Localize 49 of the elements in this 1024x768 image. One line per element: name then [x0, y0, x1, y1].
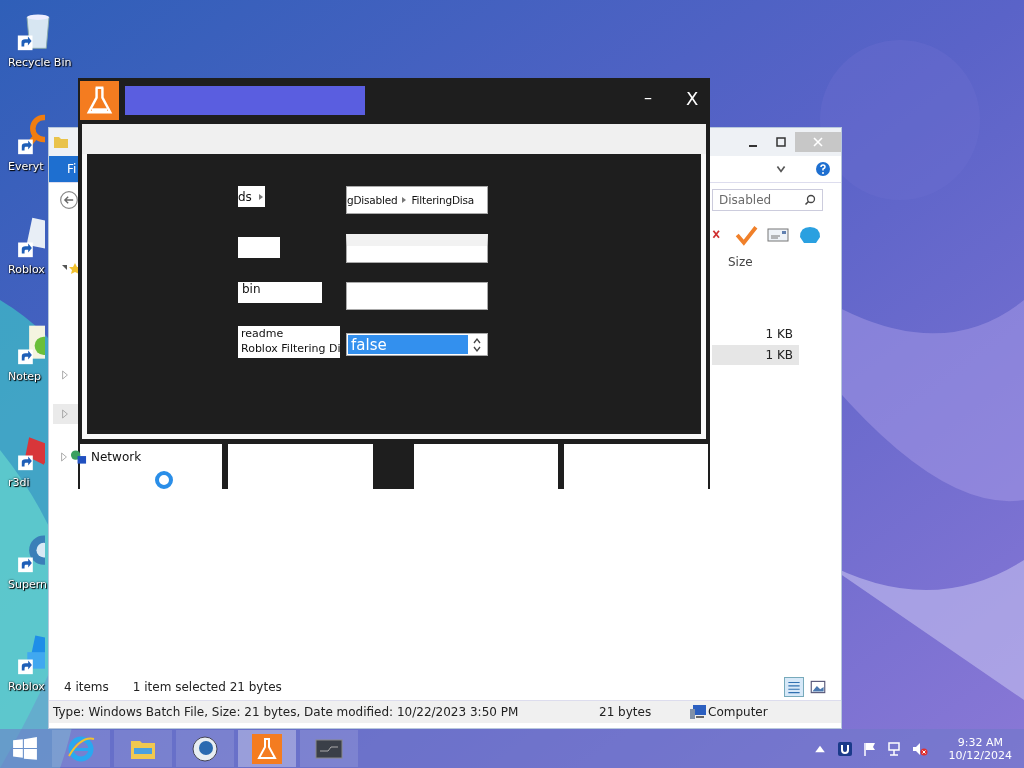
flask-icon	[252, 733, 282, 764]
back-button[interactable]	[59, 190, 79, 210]
close-button[interactable]: X	[686, 88, 699, 109]
help-icon[interactable]	[815, 161, 831, 177]
minimize-button[interactable]: –	[644, 88, 652, 107]
clock[interactable]: 9:32 AM 10/12/2024	[948, 735, 1012, 762]
taskbar-app-button[interactable]	[300, 730, 358, 767]
flask-icon	[80, 80, 119, 120]
spinner-field[interactable]: false	[346, 333, 488, 356]
busy-cursor-icon	[154, 470, 174, 490]
close-icon	[813, 137, 823, 147]
folder-icon	[53, 134, 69, 150]
maximize-icon	[776, 137, 786, 147]
network-icon[interactable]	[886, 740, 903, 757]
details-location: Computer	[708, 705, 768, 719]
minimize-icon	[749, 145, 757, 147]
details-view-icon[interactable]	[785, 678, 803, 696]
windows-logo-icon[interactable]	[12, 735, 38, 762]
selection-info: 1 item selected 21 bytes	[132, 680, 282, 694]
breadcrumb-field[interactable]: ds	[238, 186, 265, 207]
thumbnail-view-icon[interactable]	[809, 678, 827, 696]
desktop-icon-label[interactable]: Recycle Bin	[8, 56, 72, 69]
item-count: 4 items	[64, 680, 109, 694]
breadcrumb-field[interactable]: gDisabled FilteringDisa	[346, 186, 488, 214]
shortcut-icon[interactable]	[16, 215, 45, 259]
breadcrumb-arrow-icon	[401, 196, 408, 204]
details-text: Type: Windows Batch File, Size: 21 bytes, Date modified: 10/22/2023 3:50 PM	[53, 705, 519, 719]
input-field[interactable]	[238, 237, 280, 258]
taskbar-app-button[interactable]	[238, 730, 296, 767]
column-header[interactable]: Size	[728, 255, 753, 269]
ribbon-tab[interactable]: Fi	[49, 156, 78, 182]
checkmark-icon[interactable]	[734, 224, 758, 246]
file-size-cell[interactable]: 1 KB	[712, 345, 799, 365]
taskbar-app-button[interactable]	[176, 730, 234, 767]
file-list[interactable]: readme Roblox Filtering Di	[238, 326, 340, 358]
globe-icon	[190, 733, 220, 764]
computer-icon	[689, 704, 707, 720]
nav-item[interactable]: Network	[91, 450, 142, 464]
search-field[interactable]: Disabled	[712, 189, 823, 211]
desktop-icon-label[interactable]: Everyt	[8, 160, 44, 173]
search-icon	[804, 194, 816, 206]
breadcrumb-arrow-icon	[257, 192, 264, 201]
file-size-cell[interactable]: 1 KB	[712, 324, 799, 344]
details-size: 21 bytes	[599, 705, 652, 719]
input-field[interactable]	[346, 282, 488, 310]
input-field[interactable]: bin	[238, 282, 322, 303]
desktop-icon-label[interactable]: Roblox	[8, 263, 45, 276]
flag-icon[interactable]	[861, 740, 878, 757]
network-icon	[70, 449, 87, 465]
